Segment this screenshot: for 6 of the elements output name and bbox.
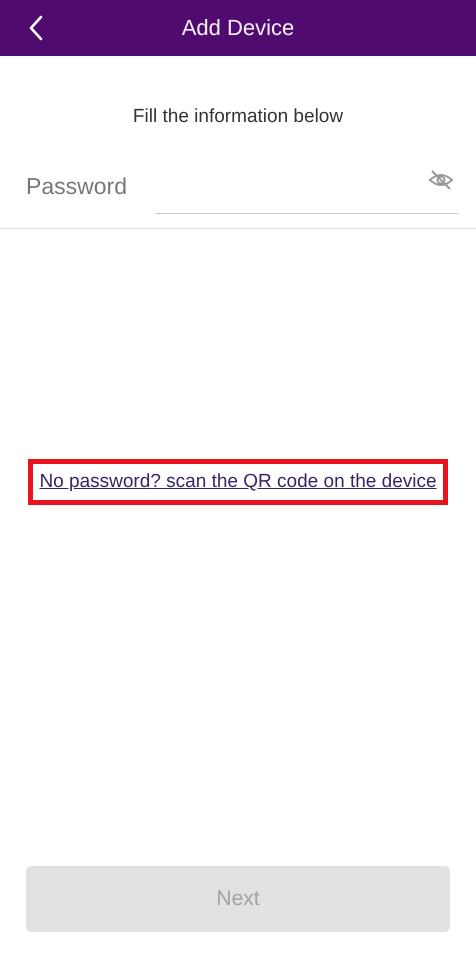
back-icon — [29, 15, 43, 41]
instruction-text: Fill the information below — [132, 106, 344, 128]
password-label: Password — [26, 173, 128, 201]
screen-title: Add Device — [182, 15, 294, 41]
scan-qr-link[interactable]: No password? scan the QR code on the device — [28, 459, 448, 505]
eye-slash-icon[interactable] — [428, 168, 454, 190]
